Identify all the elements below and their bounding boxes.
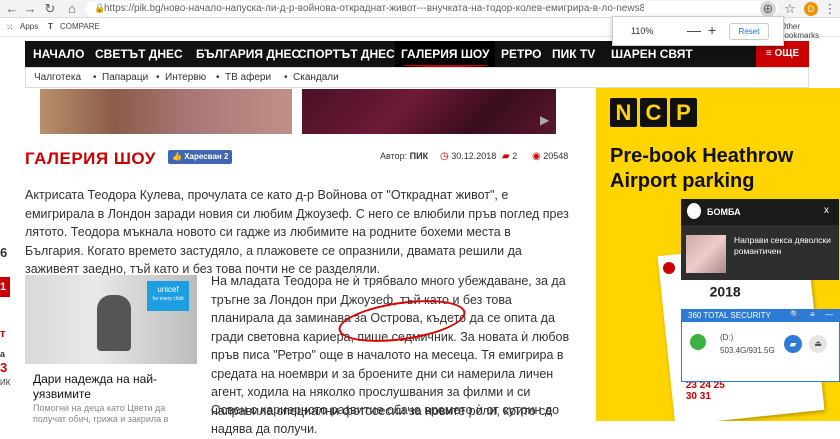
author-name[interactable]: ПИК bbox=[410, 151, 428, 161]
edge-number: 3 bbox=[0, 360, 8, 375]
ncp-logo: NCP bbox=[610, 98, 700, 130]
unicef-label: unicef bbox=[157, 285, 179, 294]
nav-item-home[interactable]: НАЧАЛО bbox=[33, 41, 84, 67]
subnav-item[interactable]: ТВ афери bbox=[225, 72, 271, 83]
logo-letter: N bbox=[610, 98, 637, 127]
logo-letter: C bbox=[640, 98, 667, 127]
pin-icon bbox=[663, 262, 675, 274]
apps-icon[interactable]: ⁙ bbox=[6, 22, 14, 33]
unicef-sub: for every child bbox=[152, 296, 184, 302]
subnav-item[interactable]: Папараци bbox=[102, 72, 148, 83]
drive-size: 503.4G/931.5G bbox=[720, 346, 775, 355]
forward-arrow-icon[interactable]: → bbox=[22, 1, 38, 17]
article-paragraph: Освен с кариерното развитие обаче времет… bbox=[211, 403, 560, 417]
back-arrow-icon[interactable]: ← bbox=[4, 1, 20, 17]
zoom-in-button[interactable]: + bbox=[708, 22, 716, 38]
article-comments[interactable]: ▰ 2 bbox=[502, 151, 517, 162]
arrow-right-icon[interactable]: ▶ bbox=[540, 113, 549, 127]
hero-image-left[interactable] bbox=[40, 89, 292, 134]
section-title[interactable]: ГАЛЕРИЯ ШОУ bbox=[25, 149, 156, 169]
bomba-title: БОМБА bbox=[707, 207, 741, 217]
home-icon[interactable]: ⌂ bbox=[64, 1, 80, 17]
calendar-days: 23 24 25 30 31 bbox=[685, 380, 725, 403]
comment-count: 2 bbox=[512, 151, 518, 161]
bomba-popup[interactable]: БОМБА x Направи секса дяволски романтиче… bbox=[681, 199, 839, 280]
article-author: Автор: ПИК bbox=[380, 151, 428, 161]
related-image[interactable]: unicef for every child bbox=[25, 275, 197, 364]
subnav-item[interactable]: Скандали bbox=[293, 72, 339, 83]
bookmark-compare[interactable]: COMPARE bbox=[60, 22, 100, 31]
bullet: • bbox=[284, 72, 288, 83]
related-title[interactable]: Дари надежда на най-уязвимите bbox=[33, 372, 193, 402]
edge-text: ИК bbox=[0, 378, 11, 387]
security-header: 360 TOTAL SECURITY 🔍 ≡ — bbox=[682, 310, 839, 322]
article-views: ◉ 20548 bbox=[532, 151, 568, 162]
eye-icon: ◉ bbox=[532, 151, 541, 162]
reload-icon[interactable]: ↻ bbox=[42, 1, 58, 17]
other-bookmarks[interactable]: Other bookmarks bbox=[780, 22, 840, 40]
bullet: • bbox=[93, 72, 97, 83]
bullet: • bbox=[216, 72, 220, 83]
related-desc: Помогни на деца като Цвети да получат об… bbox=[33, 403, 169, 424]
edge-letter: a bbox=[0, 349, 6, 359]
profile-avatar[interactable]: D bbox=[804, 2, 818, 16]
security-window-icons[interactable]: 🔍 ≡ — bbox=[790, 310, 837, 319]
ad-headline: Pre-book Heathrow Airport parking bbox=[610, 145, 794, 192]
eject-icon[interactable]: ⏏ bbox=[809, 335, 827, 353]
folder-icon[interactable]: ▰ bbox=[784, 335, 802, 353]
compare-logo-icon: T bbox=[48, 22, 53, 31]
child-silhouette bbox=[97, 295, 131, 351]
bookmark-apps[interactable]: Apps bbox=[20, 22, 38, 31]
hero-image-right[interactable]: ▶ bbox=[302, 89, 556, 134]
thumbs-up-icon: 👍 bbox=[172, 152, 182, 161]
zoom-icon[interactable]: ⊕ bbox=[760, 1, 776, 17]
nav-item-sport[interactable]: СПОРТЪТ ДНЕС bbox=[298, 41, 395, 67]
comment-icon: ▰ bbox=[502, 151, 510, 162]
nav-item-pik-tv[interactable]: ПИК TV bbox=[552, 41, 595, 67]
edge-letter: т bbox=[0, 328, 6, 340]
sub-nav: Чалготека • Папараци • Интервю • ТВ афер… bbox=[25, 67, 809, 88]
bomb-icon bbox=[687, 203, 701, 219]
edge-red-box: 1 bbox=[0, 277, 10, 297]
url-text[interactable]: https://pik.bg/ново-начало-напуска-ли-д-… bbox=[104, 3, 644, 14]
security-popup: 360 TOTAL SECURITY 🔍 ≡ — (D:) 503.4G/931… bbox=[681, 309, 840, 382]
zoom-reset-button[interactable]: Reset bbox=[729, 23, 769, 40]
security-title: 360 TOTAL SECURITY bbox=[688, 311, 771, 320]
bookmark-star-icon[interactable]: ☆ bbox=[782, 1, 798, 17]
article-date: ◷ 30.12.2018 bbox=[440, 151, 496, 162]
edge-number: 6 bbox=[0, 245, 8, 260]
bomba-header: БОМБА x bbox=[681, 199, 839, 225]
drive-label: (D:) bbox=[720, 333, 734, 342]
bomba-headline[interactable]: Направи секса дяволски романтичен bbox=[734, 235, 834, 257]
disk-icon bbox=[690, 334, 706, 350]
like-label: Харесван 2 bbox=[184, 152, 229, 161]
facebook-like-button[interactable]: 👍 Харесван 2 bbox=[168, 150, 232, 164]
bullet: • bbox=[156, 72, 160, 83]
clock-icon: ◷ bbox=[440, 151, 449, 162]
author-label: Автор: bbox=[380, 151, 408, 161]
unicef-badge: unicef for every child bbox=[147, 281, 189, 311]
menu-kebab-icon[interactable]: ⋮ bbox=[822, 1, 838, 17]
nav-item-bulgaria[interactable]: БЪЛГАРИЯ ДНЕС bbox=[196, 41, 300, 67]
subnav-item[interactable]: Чалготека bbox=[34, 72, 81, 83]
calendar-year: 2018 bbox=[709, 283, 741, 300]
bomba-thumbnail[interactable] bbox=[686, 235, 726, 273]
subnav-item[interactable]: Интервю bbox=[165, 72, 206, 83]
nav-item-world[interactable]: СВЕТЪТ ДНЕС bbox=[95, 41, 183, 67]
nav-item-retro[interactable]: РЕТРО bbox=[501, 41, 542, 67]
close-icon[interactable]: x bbox=[824, 205, 829, 216]
article-paragraph: Актрисата Теодора Кулева, прочулата се к… bbox=[25, 188, 569, 276]
zoom-popup: 110% — + Reset bbox=[612, 16, 784, 46]
date-text: 30.12.2018 bbox=[451, 151, 497, 161]
view-count: 20548 bbox=[543, 151, 569, 161]
zoom-level: 110% bbox=[631, 26, 654, 36]
zoom-out-button[interactable]: — bbox=[687, 22, 701, 38]
logo-letter: P bbox=[670, 98, 697, 127]
